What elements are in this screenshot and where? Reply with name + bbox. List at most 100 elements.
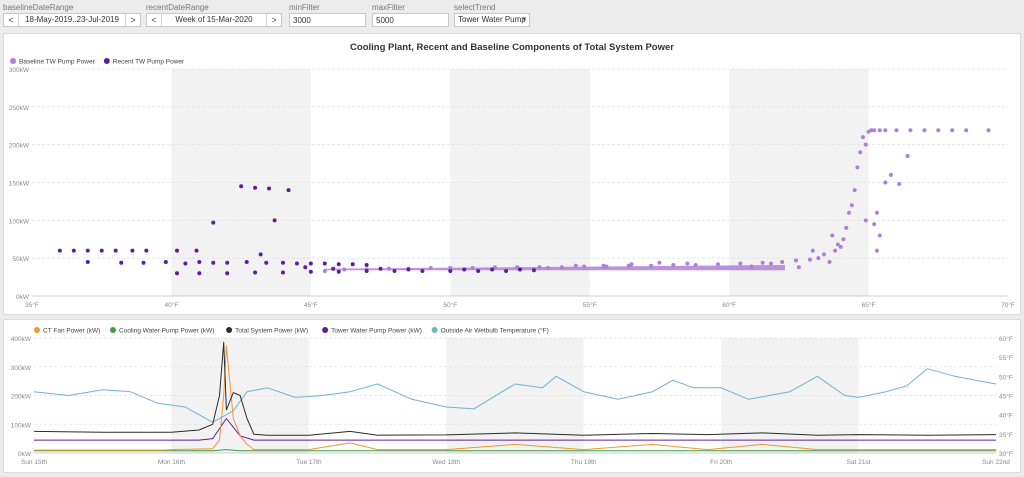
recent-point: [303, 265, 308, 270]
recent-point: [531, 268, 536, 273]
recent-point: [406, 267, 411, 272]
recent-point: [175, 248, 180, 253]
x-tick-label: 65°F: [862, 301, 876, 309]
y-tick-label: 300kW: [9, 67, 30, 74]
recent-point: [364, 269, 369, 274]
recent-point: [175, 271, 180, 276]
y-right-tick-label: 55°F: [999, 354, 1013, 362]
baseline-range-label: baselineDateRange: [3, 3, 74, 12]
recent-point: [518, 267, 522, 272]
baseline-point: [883, 128, 888, 133]
recent-point: [350, 262, 355, 267]
baseline-point: [322, 269, 327, 274]
baseline-point: [780, 259, 785, 264]
baseline-point: [860, 135, 865, 140]
scatter-chart: 0kW 50kW 100kW 150kW 200kW 250kW 300kW 35°F 40°F…: [9, 42, 1015, 309]
baseline-point: [950, 128, 955, 133]
baseline-point: [601, 263, 606, 268]
recent-point: [99, 248, 104, 253]
baseline-point: [760, 260, 765, 265]
recent-point: [119, 260, 124, 265]
recent-next-button[interactable]: >: [268, 14, 280, 26]
baseline-point: [872, 222, 877, 227]
baseline-point: [838, 244, 843, 249]
baseline-point: [877, 233, 882, 238]
legend-label: Total System Power (kW): [235, 328, 308, 335]
timeseries-panel: 0kW 100kW 200kW 300kW 400kW 30°F 35°F 40°F 45°F 5…: [3, 319, 1021, 473]
y-right-tick-label: 60°F: [999, 335, 1013, 343]
baseline-point: [715, 262, 720, 267]
y-right-tick-label: 40°F: [999, 412, 1013, 420]
x-tick-label: Thu 19th: [571, 459, 597, 466]
recent-prev-button[interactable]: <: [148, 14, 160, 26]
chevron-down-icon: ▾: [522, 16, 526, 23]
y-right-tick-label: 35°F: [999, 431, 1013, 439]
y-right-tick-label: 50°F: [999, 373, 1013, 381]
baseline-point: [582, 264, 587, 269]
baseline-point: [858, 150, 863, 155]
baseline-point: [816, 256, 821, 261]
legend-label: Tower Water Pump Power (kW): [331, 328, 422, 335]
x-tick-label: Sun 22nd: [982, 459, 1010, 466]
baseline-point: [796, 265, 801, 270]
recent-point: [130, 248, 135, 253]
baseline-point: [649, 263, 654, 268]
y-left-tick-label: 200kW: [11, 394, 32, 401]
y-tick-label: 0kW: [16, 294, 30, 301]
x-tick-label: Tue 17th: [296, 459, 322, 466]
baseline-point: [849, 203, 854, 208]
baseline-prev-button[interactable]: <: [5, 14, 17, 26]
recent-point: [280, 270, 285, 275]
baseline-point: [470, 266, 475, 271]
y-left-tick-label: 300kW: [11, 365, 32, 372]
baseline-point: [810, 248, 815, 253]
legend-label: Baseline TW Pump Power: [19, 59, 96, 66]
recent-range-value[interactable]: Week of 15-Mar-2020: [161, 14, 267, 26]
recent-point: [294, 261, 299, 266]
select-trend-dropdown[interactable]: Tower Water Pump ▾: [454, 13, 530, 27]
recent-point: [253, 185, 258, 190]
select-trend-value: Tower Water Pump: [458, 15, 526, 24]
baseline-point: [844, 225, 849, 230]
recent-point: [336, 269, 341, 274]
baseline-range-value[interactable]: 18-May-2019..23-Jul-2019: [18, 14, 126, 26]
baseline-point: [629, 262, 634, 267]
baseline-point: [894, 128, 899, 133]
baseline-point: [545, 266, 550, 271]
select-trend-label: selectTrend: [454, 3, 496, 12]
recent-point: [57, 248, 62, 253]
recent-range-control: < Week of 15-Mar-2020 >: [146, 13, 282, 27]
max-filter-input[interactable]: [373, 14, 448, 26]
recent-point: [378, 266, 383, 271]
x-tick-label: Sat 21st: [847, 459, 871, 466]
baseline-point: [874, 210, 879, 215]
baseline-point: [908, 128, 913, 133]
baseline-point: [841, 237, 846, 242]
max-filter-label: maxFilter: [372, 3, 405, 12]
baseline-next-button[interactable]: >: [127, 14, 139, 26]
x-tick-label: Sun 15th: [21, 459, 47, 466]
min-filter-input[interactable]: [290, 14, 365, 26]
x-tick-label: 40°F: [165, 301, 179, 309]
baseline-point: [738, 261, 743, 266]
baseline-point: [863, 218, 868, 223]
y-tick-label: 250kW: [9, 105, 30, 112]
baseline-point: [808, 257, 813, 262]
baseline-point: [827, 259, 832, 264]
recent-point: [504, 269, 509, 274]
y-tick-label: 100kW: [9, 218, 30, 225]
baseline-point: [936, 128, 941, 133]
baseline-range-control: < 18-May-2019..23-Jul-2019 >: [3, 13, 141, 27]
baseline-point: [877, 128, 882, 133]
recent-point: [71, 248, 76, 253]
recent-point: [225, 260, 230, 265]
y-tick-label: 50kW: [12, 256, 29, 263]
recent-point: [85, 248, 90, 253]
x-tick-label: 70°F: [1001, 301, 1015, 309]
y-right-tick-label: 45°F: [999, 393, 1013, 401]
baseline-point: [685, 261, 690, 266]
x-tick-label: 60°F: [722, 301, 736, 309]
recent-point: [239, 184, 244, 189]
recent-point: [308, 261, 313, 266]
recent-point: [113, 248, 118, 253]
